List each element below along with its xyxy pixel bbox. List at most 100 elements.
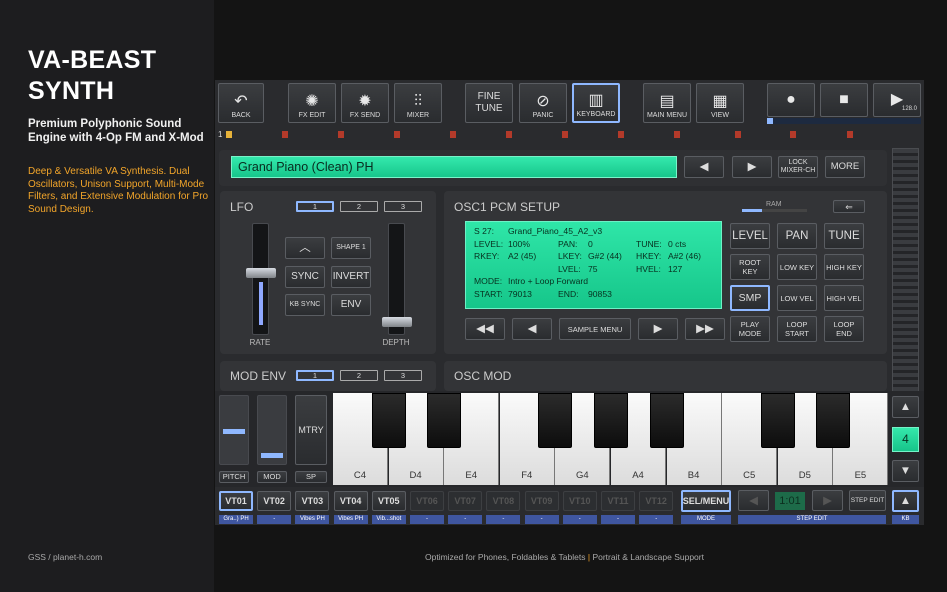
voice-track-button[interactable]: VT06 (410, 491, 444, 511)
mixer-button[interactable]: ⫶⫶ MIXER (394, 83, 442, 123)
kb-toggle-button[interactable]: ▲ (892, 490, 919, 512)
voice-track-button[interactable]: VT09 (524, 491, 559, 511)
high-key-button[interactable]: HIGH KEY (824, 254, 864, 280)
sample-prev-button[interactable]: ◀ (512, 318, 552, 340)
low-key-button[interactable]: LOW KEY (777, 254, 817, 280)
smp-button[interactable]: SMP (730, 285, 770, 311)
mtry-button[interactable]: MTRY (295, 395, 327, 465)
step-prev-button[interactable]: ◀ (738, 490, 769, 511)
sp-button[interactable]: SP (295, 471, 327, 483)
sample-last-button[interactable]: ▶▶ (685, 318, 725, 340)
tune-button[interactable]: TUNE (824, 223, 864, 249)
depth-slider[interactable] (382, 223, 412, 335)
fast-forward-icon: ▶▶ (696, 323, 714, 335)
root-key-button[interactable]: ROOT KEY (730, 254, 770, 280)
step-edit-button[interactable]: STEP EDIT (849, 490, 886, 511)
stop-button[interactable]: ■ (820, 83, 868, 117)
rate-thumb[interactable] (246, 268, 276, 278)
voice-track-button[interactable]: VT12 (639, 491, 674, 511)
octave-down-button[interactable]: ▼ (892, 460, 919, 482)
record-button[interactable]: ● (767, 83, 815, 117)
tempo-readout: 128.0 (901, 106, 917, 112)
mod-env-tab-1[interactable]: 1 (296, 370, 334, 381)
invert-button[interactable]: INVERT (331, 266, 371, 288)
track-led: 8 (610, 128, 666, 140)
pitch-wheel-marker (223, 429, 245, 434)
play-mode-button[interactable]: PLAY MODE (730, 316, 770, 342)
black-key[interactable] (427, 393, 462, 448)
black-key[interactable] (538, 393, 573, 448)
prev-preset-button[interactable]: ◀ (684, 156, 724, 178)
loop-end-button[interactable]: LOOP END (824, 316, 864, 342)
back-button[interactable]: ↶ BACK (218, 83, 264, 123)
voice-track-button[interactable]: VT05 (371, 491, 406, 511)
voice-track-button[interactable]: VT11 (601, 491, 635, 511)
high-vel-button[interactable]: HIGH VEL (824, 285, 864, 311)
black-key[interactable] (371, 393, 406, 448)
lock-mixer-ch-button[interactable]: LOCK MIXER-CH (778, 156, 818, 178)
main-menu-button[interactable]: ▤ MAIN MENU (643, 83, 691, 123)
pan-key: PAN: (558, 238, 578, 249)
lfo-tab-3[interactable]: 3 (384, 201, 422, 212)
shape-button[interactable]: SHAPE 1 (331, 237, 371, 259)
fx-send-button[interactable]: ✹ FX SEND (341, 83, 389, 123)
voice-track-button[interactable]: VT03 (295, 491, 330, 511)
led-icon (338, 130, 345, 138)
mod-wheel[interactable] (257, 395, 287, 465)
fx-send-label: FX SEND (349, 112, 381, 119)
panic-button[interactable]: ⊘ PANIC (519, 83, 567, 123)
preset-name-display[interactable]: Grand Piano (Clean) PH (231, 156, 677, 178)
led-icon (846, 130, 853, 138)
lfo-wave-up-button[interactable]: ︿ (285, 237, 325, 259)
low-vel-button[interactable]: LOW VEL (777, 285, 817, 311)
lfo-tab-2[interactable]: 2 (340, 201, 378, 212)
fx-edit-button[interactable]: ✺ FX EDIT (288, 83, 336, 123)
rate-slider[interactable] (246, 223, 276, 335)
voice-track-button[interactable]: VT02 (257, 491, 292, 511)
osc-back-button[interactable]: ⇐ (833, 200, 865, 213)
kb-sync-button[interactable]: KB SYNC (285, 294, 325, 316)
black-key[interactable] (594, 393, 628, 448)
triangle-down-icon: ▼ (899, 465, 912, 477)
black-key[interactable] (649, 393, 684, 448)
lfo-tab-1[interactable]: 1 (296, 201, 334, 212)
black-key[interactable] (816, 393, 851, 448)
view-button[interactable]: ▦ VIEW (696, 83, 744, 123)
voice-track-button[interactable]: VT07 (448, 491, 483, 511)
mod-env-tab-3[interactable]: 3 (384, 370, 422, 381)
voice-track-label: - (448, 515, 483, 524)
voice-track-button[interactable]: VT08 (486, 491, 521, 511)
step-next-button[interactable]: ▶ (812, 490, 843, 511)
next-preset-button[interactable]: ▶ (732, 156, 772, 178)
depth-thumb[interactable] (382, 317, 412, 327)
hkey-key: HKEY: (636, 251, 662, 262)
level-button[interactable]: LEVEL (730, 223, 770, 249)
track-led-number: 10 (722, 130, 731, 139)
sync-button[interactable]: SYNC (285, 266, 325, 288)
octave-up-button[interactable]: ▲ (892, 396, 919, 418)
lfo-title: LFO (230, 200, 254, 214)
env-button[interactable]: ENV (331, 294, 371, 316)
voice-track-button[interactable]: VT04 (333, 491, 368, 511)
voice-track-button[interactable]: VT01 (219, 491, 253, 511)
loop-start-button[interactable]: LOOP START (777, 316, 817, 342)
play-button[interactable]: ▶ 128.0 (873, 83, 921, 117)
led-icon (394, 130, 401, 138)
mode-key: MODE: (474, 276, 503, 287)
pan-button[interactable]: PAN (777, 223, 817, 249)
song-position-bar[interactable] (767, 118, 921, 124)
track-led: 10 (722, 128, 778, 140)
scroll-rail[interactable] (892, 148, 919, 394)
sample-next-button[interactable]: ▶ (638, 318, 678, 340)
pitch-wheel[interactable] (219, 395, 249, 465)
voice-track-button[interactable]: VT10 (562, 491, 597, 511)
rewind-icon: ◀◀ (476, 323, 494, 335)
fine-tune-button[interactable]: FINE TUNE (465, 83, 513, 123)
sample-first-button[interactable]: ◀◀ (465, 318, 505, 340)
keyboard-button[interactable]: ▥ KEYBOARD (572, 83, 620, 123)
mod-env-tab-2[interactable]: 2 (340, 370, 378, 381)
more-button[interactable]: MORE (825, 156, 865, 178)
black-key[interactable] (760, 393, 795, 448)
sample-menu-button[interactable]: SAMPLE MENU (559, 318, 631, 340)
sel-menu-button[interactable]: SEL/MENU (681, 490, 731, 512)
